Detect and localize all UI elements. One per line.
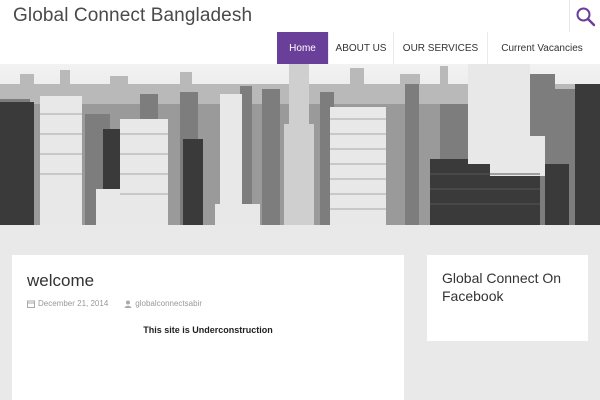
sidebar-widget: Global Connect On Facebook (427, 255, 588, 341)
header-banner-image (0, 64, 600, 225)
post-body-text: This site is Underconstruction (143, 325, 273, 335)
nav-item-our-services[interactable]: OUR SERVICES (393, 32, 487, 64)
search-icon (576, 7, 596, 27)
widget-title: Global Connect On Facebook (442, 270, 562, 304)
nav-item-home[interactable]: Home (277, 32, 328, 64)
nav-item-about-us[interactable]: ABOUT US (328, 32, 393, 64)
main-nav: Home ABOUT US OUR SERVICES Current Vacan… (277, 32, 596, 64)
post-article: welcome December 21, 2014 globalconnects… (12, 255, 404, 400)
calendar-icon (27, 300, 35, 308)
site-header: Global Connect Bangladesh Home ABOUT US … (0, 0, 600, 64)
post-date[interactable]: December 21, 2014 (38, 299, 108, 308)
site-title[interactable]: Global Connect Bangladesh (13, 5, 252, 27)
post-title[interactable]: welcome (27, 271, 94, 291)
post-author[interactable]: globalconnectsabir (135, 299, 202, 308)
search-button[interactable] (569, 0, 600, 32)
user-icon (124, 300, 132, 308)
nav-item-current-vacancies[interactable]: Current Vacancies (487, 32, 596, 64)
post-meta: December 21, 2014 globalconnectsabir (27, 299, 202, 308)
